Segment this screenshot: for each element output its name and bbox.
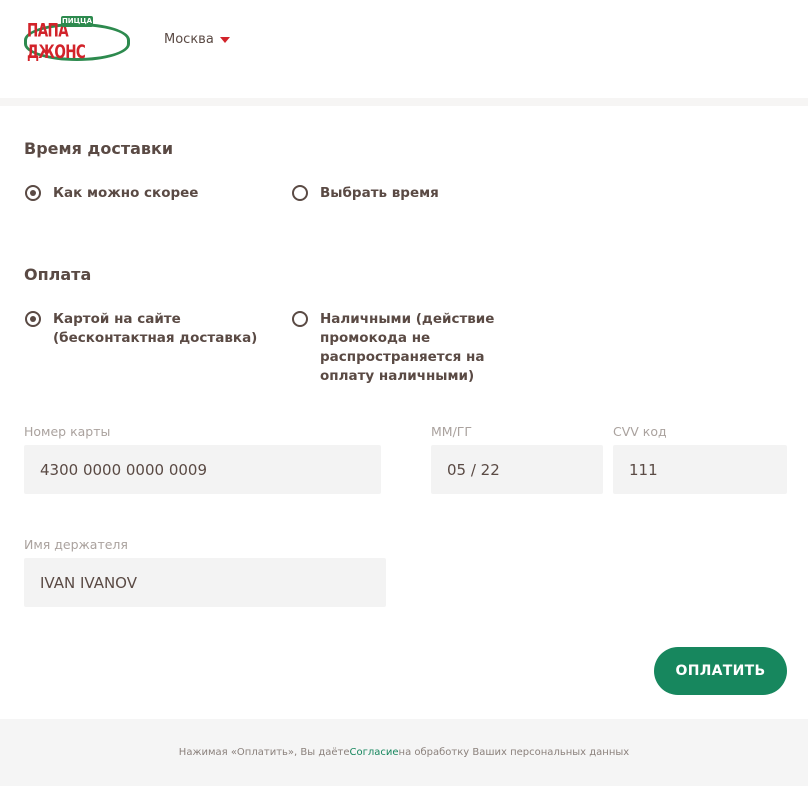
header-divider <box>0 98 808 106</box>
radio-unchecked-icon <box>292 311 308 327</box>
footer-text-after: на обработку Ваших персональных данных <box>398 747 630 758</box>
cardholder-label: Имя держателя <box>24 537 128 552</box>
radio-card-online[interactable]: Картой на сайте (бесконтактная доставка) <box>25 310 265 348</box>
pay-button[interactable]: ОПЛАТИТЬ <box>654 647 787 695</box>
radio-asap-label: Как можно скорее <box>53 185 199 201</box>
radio-choose-time[interactable]: Выбрать время <box>292 184 439 203</box>
delivery-time-title: Время доставки <box>24 139 174 158</box>
card-number-value: 4300 0000 0000 0009 <box>40 460 207 479</box>
radio-choose-time-label: Выбрать время <box>320 185 439 201</box>
city-label: Москва <box>164 32 214 47</box>
cvv-label: CVV код <box>613 424 667 439</box>
expiry-label: ММ/ГГ <box>431 424 473 439</box>
city-selector[interactable]: Москва <box>164 32 230 47</box>
payment-title: Оплата <box>24 265 92 284</box>
expiry-input[interactable]: 05 / 22 <box>431 445 603 494</box>
radio-card-online-label: Картой на сайте (бесконтактная доставка) <box>53 311 258 346</box>
radio-asap[interactable]: Как можно скорее <box>25 184 198 203</box>
card-number-input[interactable]: 4300 0000 0000 0009 <box>24 445 381 494</box>
cvv-input[interactable]: 111 <box>613 445 787 494</box>
papa-johns-logo[interactable]: ПИЦЦА ПАПА ДЖОНС <box>24 16 130 64</box>
logo-banner: ПИЦЦА <box>61 16 93 27</box>
footer: Нажимая «Оплатить», Вы даёте Согласие на… <box>0 719 808 786</box>
header: ПИЦЦА ПАПА ДЖОНС Москва <box>0 0 808 98</box>
cvv-value: 111 <box>629 460 658 479</box>
caret-down-icon <box>219 36 230 43</box>
cardholder-input[interactable]: IVAN IVANOV <box>24 558 386 607</box>
logo-body: ПАПА ДЖОНС <box>24 20 130 64</box>
footer-text-before: Нажимая «Оплатить», Вы даёте <box>178 747 350 758</box>
radio-checked-icon <box>25 185 41 201</box>
radio-cash-label: Наличными (действие промокода не распрос… <box>320 311 495 384</box>
card-number-label: Номер карты <box>24 424 111 439</box>
radio-checked-icon <box>25 311 41 327</box>
radio-unchecked-icon <box>292 185 308 201</box>
cardholder-value: IVAN IVANOV <box>40 573 137 592</box>
radio-cash[interactable]: Наличными (действие промокода не распрос… <box>292 310 497 386</box>
consent-link[interactable]: Согласие <box>350 747 399 758</box>
expiry-value: 05 / 22 <box>447 460 500 479</box>
